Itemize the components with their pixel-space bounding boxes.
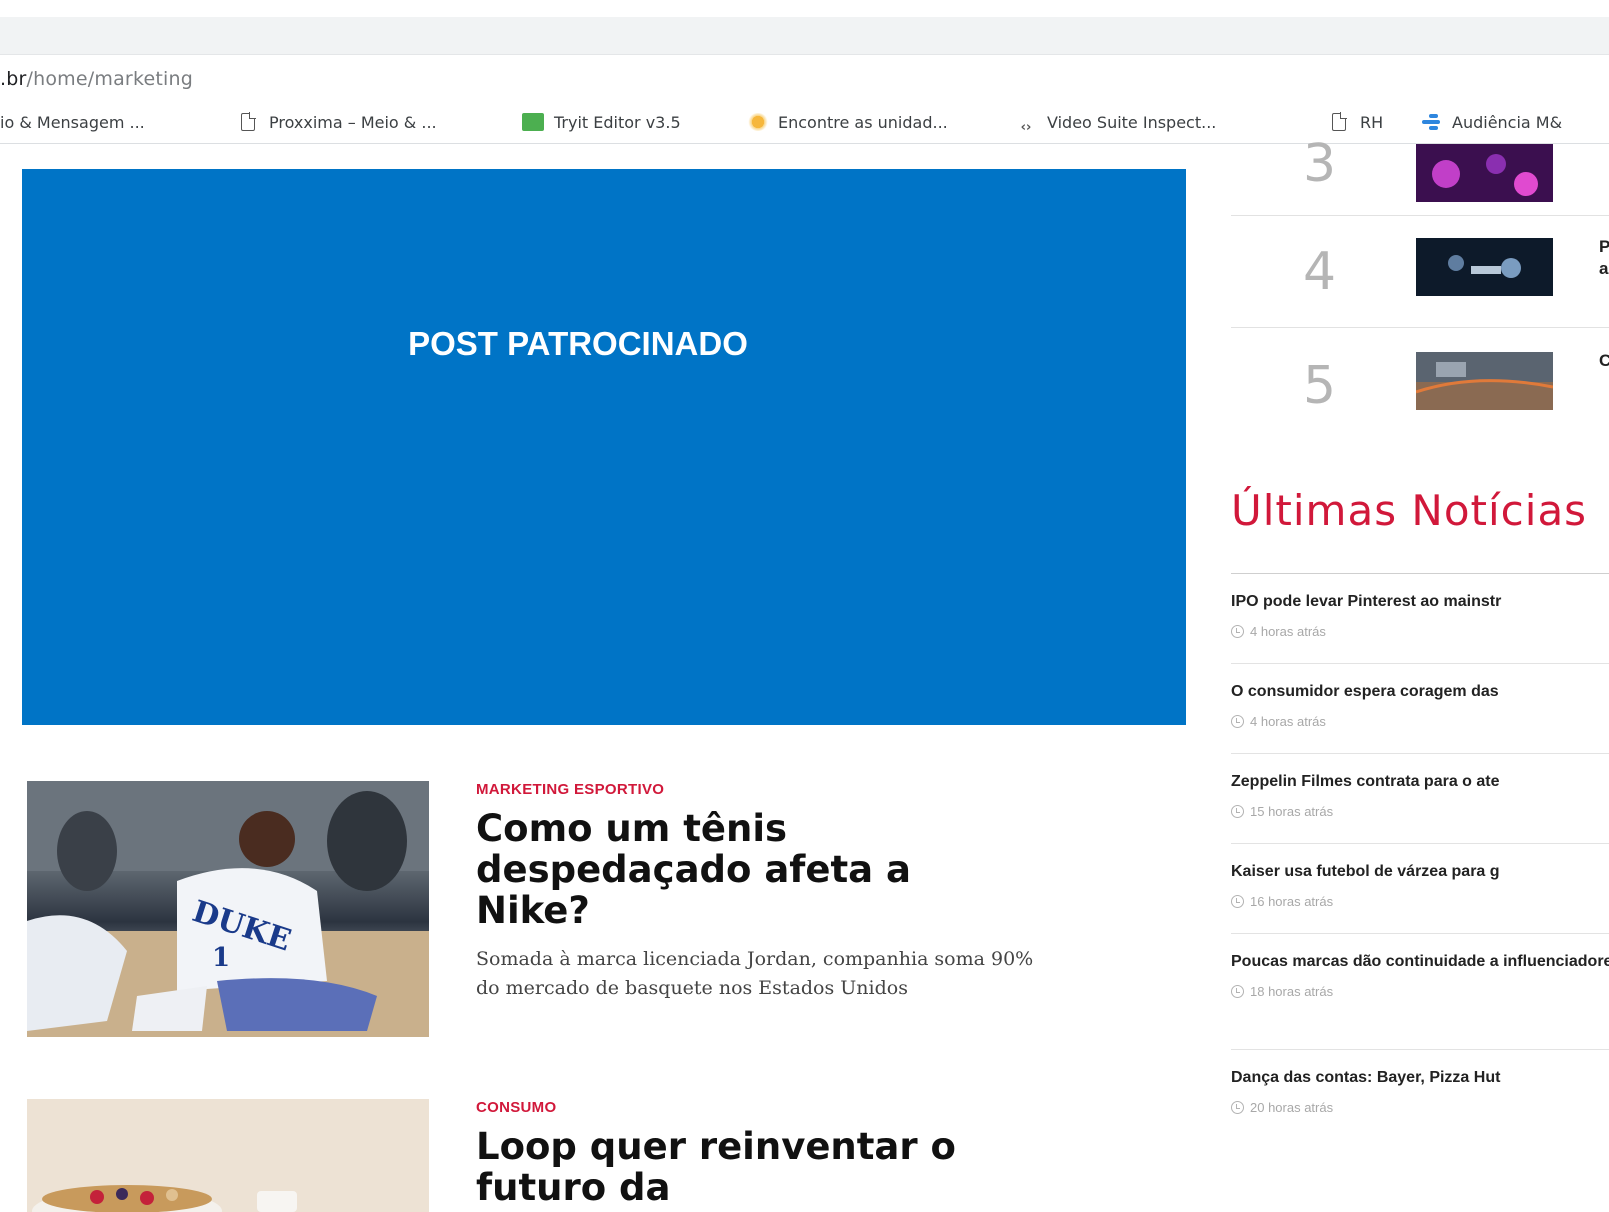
news-time-text: 20 horas atrás [1250,1100,1334,1115]
clock-icon [1231,895,1244,908]
ranking-thumbnail[interactable] [1416,238,1553,296]
clock-icon [1231,985,1244,998]
news-list-item[interactable]: O consumidor espera coragem das 4 horas … [1231,680,1609,754]
article-body: CONSUMO Loop quer reinventar o futuro da [476,1099,1036,1208]
ranking-thumbnail[interactable] [1416,352,1553,410]
page-icon [241,112,256,131]
bookmark-video-suite[interactable]: ‹› Video Suite Inspect... [1015,110,1217,136]
article-category[interactable]: CONSUMO [476,1099,1036,1116]
bookmark-proxxima[interactable]: Proxxima – Meio & ... [238,110,437,136]
address-bar[interactable]: .br/home/marketing [0,56,1609,102]
article-excerpt: Somada à marca licenciada Jordan, compan… [476,948,1034,999]
news-headline[interactable]: IPO pode levar Pinterest ao mainstr [1231,590,1609,614]
latest-news-divider [1231,573,1609,574]
svg-text:1: 1 [212,943,230,973]
bookmark-label: Tryit Editor v3.5 [554,113,681,132]
basketball-player-image: DUKE 1 [27,781,429,1037]
news-list-item[interactable]: Dança das contas: Bayer, Pizza Hut 20 ho… [1231,1066,1609,1140]
ranking-headline[interactable]: Pa [1599,236,1609,280]
tryit-icon [522,113,544,131]
browser-tab-bar [0,17,1609,55]
article-title[interactable]: Loop quer reinventar o futuro da [476,1126,1036,1208]
news-timestamp: 4 horas atrás [1231,714,1609,729]
bookmark-meio-mensagem[interactable]: io & Mensagem ... [0,110,145,136]
article-body: MARKETING ESPORTIVO Como um tênis desped… [476,781,1036,1003]
news-time-text: 4 horas atrás [1250,714,1326,729]
news-list-item[interactable]: Poucas marcas dão continuidade a influen… [1231,950,1609,1050]
news-list-item[interactable]: IPO pode levar Pinterest ao mainstr 4 ho… [1231,590,1609,664]
news-timestamp: 20 horas atrás [1231,1100,1609,1115]
news-list-item[interactable]: Kaiser usa futebol de várzea para g 16 h… [1231,860,1609,934]
news-timestamp: 16 horas atrás [1231,894,1609,909]
news-time-text: 15 horas atrás [1250,804,1334,819]
clock-icon [1231,1101,1244,1114]
food-bowl-image [27,1099,429,1212]
news-headline[interactable]: Kaiser usa futebol de várzea para g [1231,860,1609,884]
url-path: /home/marketing [26,68,193,90]
news-headline[interactable]: Zeppelin Filmes contrata para o ate [1231,770,1609,794]
bookmark-label: Proxxima – Meio & ... [269,113,437,132]
bookmark-tryit-editor[interactable]: Tryit Editor v3.5 [522,110,681,136]
ranking-item[interactable]: 5 C [1231,328,1609,440]
code-icon: ‹› [1020,120,1032,135]
article-category[interactable]: MARKETING ESPORTIVO [476,781,1036,798]
news-headline[interactable]: O consumidor espera coragem das [1231,680,1609,704]
window-top-strip [0,0,1609,17]
sponsored-post-label: POST PATROCINADO [408,325,748,362]
news-timestamp: 15 horas atrás [1231,804,1609,819]
ranking-item[interactable]: 3 [1231,104,1609,216]
article-thumbnail[interactable] [27,1099,429,1212]
ranking-item[interactable]: 4 Pa [1231,216,1609,328]
url-host: .br [0,68,27,90]
article-thumbnail[interactable]: DUKE 1 [27,781,429,1037]
news-timestamp: 4 horas atrás [1231,624,1609,639]
ranking-number: 5 [1303,356,1337,416]
ranking-headline[interactable]: C [1599,350,1609,372]
news-time-text: 16 horas atrás [1250,894,1334,909]
news-timestamp: 18 horas atrás [1231,984,1609,999]
news-list-item[interactable]: Zeppelin Filmes contrata para o ate 15 h… [1231,770,1609,844]
bookmark-label: Video Suite Inspect... [1047,113,1217,132]
ranking-number: 3 [1303,134,1337,194]
latest-news-title: Últimas Notícias [1231,486,1588,535]
article-title[interactable]: Como um tênis despedaçado afeta a Nike? [476,808,1036,931]
news-time-text: 18 horas atrás [1250,984,1334,999]
clock-icon [1231,805,1244,818]
url-text[interactable]: .br/home/marketing [0,68,193,90]
sponsored-post-banner[interactable]: POST PATROCINADO [22,169,1186,725]
bookmark-encontre-unidades[interactable]: Encontre as unidad... [748,110,948,136]
sun-icon [748,113,768,131]
ranking-number: 4 [1303,242,1337,302]
clock-icon [1231,715,1244,728]
bookmark-label: io & Mensagem ... [0,113,145,132]
news-headline[interactable]: Poucas marcas dão continuidade a influen… [1231,950,1609,974]
news-headline[interactable]: Dança das contas: Bayer, Pizza Hut [1231,1066,1609,1090]
ranking-thumbnail[interactable] [1416,144,1553,202]
clock-icon [1231,625,1244,638]
bookmark-label: Encontre as unidad... [778,113,948,132]
news-time-text: 4 horas atrás [1250,624,1326,639]
